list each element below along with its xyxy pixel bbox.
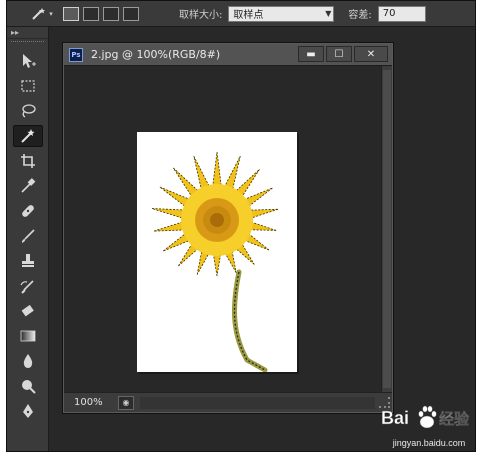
- tools-panel: ▸▸: [7, 27, 49, 451]
- options-bar: ▾ 取样大小: 取样点 ▼ 容差: 70: [7, 1, 475, 27]
- sample-size-label: 取样大小:: [179, 10, 223, 21]
- tolerance-input[interactable]: 70: [377, 5, 426, 22]
- eraser-tool[interactable]: [13, 300, 43, 322]
- gradient-icon: [20, 330, 36, 342]
- eraser-icon: [21, 304, 34, 317]
- minimize-button[interactable]: ▬: [298, 46, 324, 62]
- eyedropper-tool[interactable]: [13, 175, 43, 197]
- magic-wand-tool[interactable]: [13, 125, 43, 147]
- document-canvas[interactable]: [64, 66, 382, 393]
- dodge-icon: [22, 380, 36, 394]
- pen-tool[interactable]: [13, 400, 43, 422]
- toolbar-grip[interactable]: [11, 41, 44, 47]
- resize-grip[interactable]: [379, 397, 390, 408]
- subtract-from-selection-button[interactable]: [103, 6, 119, 21]
- chevron-down-icon: ▼: [325, 9, 332, 18]
- status-info-button[interactable]: ◉: [118, 395, 134, 410]
- document-window[interactable]: Ps 2.jpg @ 100%(RGB/8#) ▬ ☐ ✕ 100% ◉: [63, 43, 393, 413]
- marquee-tool[interactable]: [13, 75, 43, 97]
- magic-wand-icon: [21, 129, 35, 143]
- bandage-icon: [22, 205, 34, 217]
- brush-tool[interactable]: [13, 225, 43, 247]
- history-brush-tool[interactable]: [13, 275, 43, 297]
- zoom-level[interactable]: 100%: [74, 397, 110, 408]
- dodge-tool[interactable]: [13, 375, 43, 397]
- tolerance-value: 70: [382, 8, 396, 19]
- lasso-tool[interactable]: [13, 100, 43, 122]
- photoshop-window: ▾ 取样大小: 取样点 ▼ 容差: 70 ▸▸ Ps 2.jpg @ 100%(…: [6, 0, 476, 452]
- intersect-selection-button[interactable]: [123, 6, 139, 21]
- eyedropper-icon: [21, 178, 36, 193]
- stamp-icon: [22, 254, 34, 267]
- sample-size-value: 取样点: [233, 10, 264, 21]
- horizontal-scrollbar[interactable]: [140, 396, 375, 409]
- document-status-bar: 100% ◉: [64, 392, 392, 412]
- photoshop-icon: Ps: [69, 47, 83, 62]
- scrollbar-thumb[interactable]: [383, 70, 391, 388]
- marquee-icon: [21, 80, 35, 92]
- droplet-icon: [23, 354, 33, 368]
- maximize-button[interactable]: ☐: [326, 46, 352, 62]
- workspace: Ps 2.jpg @ 100%(RGB/8#) ▬ ☐ ✕ 100% ◉: [49, 27, 475, 451]
- blur-tool[interactable]: [13, 350, 43, 372]
- window-controls: ▬ ☐ ✕: [296, 46, 388, 62]
- maximize-icon: ☐: [334, 48, 344, 60]
- crop-icon: [21, 154, 35, 168]
- document-title: 2.jpg @ 100%(RGB/8#): [91, 48, 221, 61]
- brush-icon: [22, 229, 35, 243]
- info-icon: ◉: [122, 398, 130, 407]
- collapse-toolbar-button[interactable]: ▸▸: [7, 27, 48, 39]
- gradient-tool[interactable]: [13, 325, 43, 347]
- magic-wand-icon: [32, 7, 46, 20]
- sample-size-select[interactable]: 取样点 ▼: [228, 5, 335, 22]
- lasso-icon: [22, 104, 36, 118]
- tool-preset-picker[interactable]: ▾: [25, 3, 59, 25]
- minimize-icon: ▬: [306, 48, 316, 60]
- vertical-scrollbar[interactable]: [381, 66, 392, 393]
- close-button[interactable]: ✕: [354, 46, 388, 62]
- document-titlebar[interactable]: Ps 2.jpg @ 100%(RGB/8#) ▬ ☐ ✕: [64, 44, 392, 66]
- flower-image[interactable]: [137, 132, 297, 373]
- move-tool[interactable]: [13, 50, 43, 72]
- history-brush-icon: [20, 280, 34, 294]
- sunflower-illustration: [151, 151, 279, 373]
- new-selection-button[interactable]: [63, 6, 79, 21]
- chevron-down-icon: ▾: [49, 9, 53, 18]
- tolerance-label: 容差:: [348, 10, 372, 21]
- close-icon: ✕: [366, 48, 376, 60]
- clone-stamp-tool[interactable]: [13, 250, 43, 272]
- pen-icon: [23, 404, 33, 418]
- move-icon: [23, 54, 36, 68]
- spot-healing-tool[interactable]: [13, 200, 43, 222]
- add-to-selection-button[interactable]: [83, 6, 99, 21]
- crop-tool[interactable]: [13, 150, 43, 172]
